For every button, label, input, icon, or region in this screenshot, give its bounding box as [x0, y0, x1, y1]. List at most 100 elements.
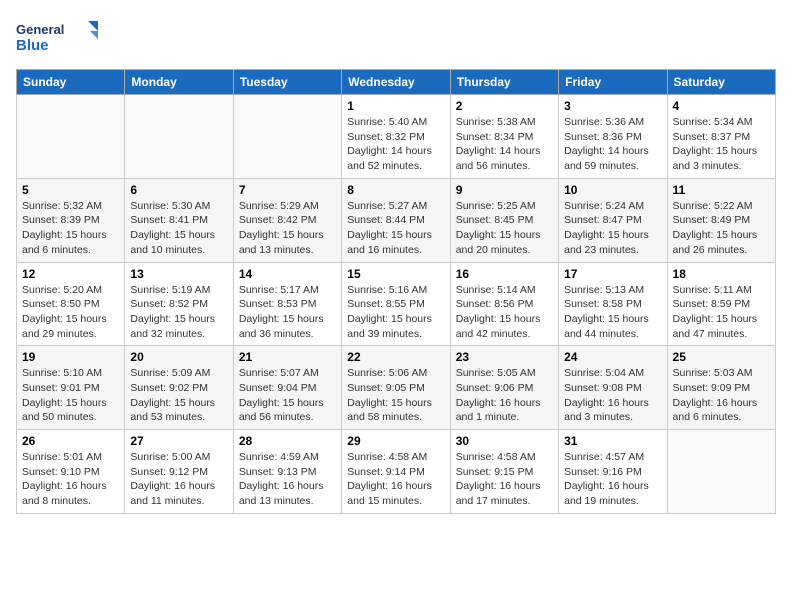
- day-number: 2: [456, 99, 553, 113]
- day-info: Sunrise: 5:29 AMSunset: 8:42 PMDaylight:…: [239, 199, 336, 258]
- calendar-cell: 7 Sunrise: 5:29 AMSunset: 8:42 PMDaylight…: [233, 178, 341, 262]
- day-info: Sunrise: 5:06 AMSunset: 9:05 PMDaylight:…: [347, 366, 444, 425]
- day-number: 3: [564, 99, 661, 113]
- day-info: Sunrise: 5:32 AMSunset: 8:39 PMDaylight:…: [22, 199, 119, 258]
- calendar-cell: [125, 95, 233, 179]
- calendar-week-2: 5 Sunrise: 5:32 AMSunset: 8:39 PMDaylight…: [17, 178, 776, 262]
- col-header-sunday: Sunday: [17, 70, 125, 95]
- day-info: Sunrise: 4:59 AMSunset: 9:13 PMDaylight:…: [239, 450, 336, 509]
- calendar-cell: 8 Sunrise: 5:27 AMSunset: 8:44 PMDaylight…: [342, 178, 450, 262]
- day-info: Sunrise: 5:09 AMSunset: 9:02 PMDaylight:…: [130, 366, 227, 425]
- day-number: 9: [456, 183, 553, 197]
- calendar-cell: 19 Sunrise: 5:10 AMSunset: 9:01 PMDayligh…: [17, 346, 125, 430]
- day-number: 26: [22, 434, 119, 448]
- col-header-saturday: Saturday: [667, 70, 775, 95]
- day-info: Sunrise: 5:24 AMSunset: 8:47 PMDaylight:…: [564, 199, 661, 258]
- calendar-cell: 27 Sunrise: 5:00 AMSunset: 9:12 PMDayligh…: [125, 430, 233, 514]
- day-info: Sunrise: 5:34 AMSunset: 8:37 PMDaylight:…: [673, 115, 770, 174]
- day-info: Sunrise: 5:16 AMSunset: 8:55 PMDaylight:…: [347, 283, 444, 342]
- col-header-wednesday: Wednesday: [342, 70, 450, 95]
- page-header: General Blue: [16, 16, 776, 61]
- day-info: Sunrise: 5:22 AMSunset: 8:49 PMDaylight:…: [673, 199, 770, 258]
- calendar-header-row: SundayMondayTuesdayWednesdayThursdayFrid…: [17, 70, 776, 95]
- calendar-table: SundayMondayTuesdayWednesdayThursdayFrid…: [16, 69, 776, 514]
- day-number: 27: [130, 434, 227, 448]
- day-number: 5: [22, 183, 119, 197]
- calendar-week-3: 12 Sunrise: 5:20 AMSunset: 8:50 PMDayligh…: [17, 262, 776, 346]
- calendar-cell: 1 Sunrise: 5:40 AMSunset: 8:32 PMDaylight…: [342, 95, 450, 179]
- day-number: 31: [564, 434, 661, 448]
- calendar-cell: 10 Sunrise: 5:24 AMSunset: 8:47 PMDayligh…: [559, 178, 667, 262]
- calendar-cell: 26 Sunrise: 5:01 AMSunset: 9:10 PMDayligh…: [17, 430, 125, 514]
- day-info: Sunrise: 5:00 AMSunset: 9:12 PMDaylight:…: [130, 450, 227, 509]
- day-number: 23: [456, 350, 553, 364]
- calendar-cell: 6 Sunrise: 5:30 AMSunset: 8:41 PMDaylight…: [125, 178, 233, 262]
- day-number: 19: [22, 350, 119, 364]
- day-number: 15: [347, 267, 444, 281]
- day-info: Sunrise: 5:19 AMSunset: 8:52 PMDaylight:…: [130, 283, 227, 342]
- calendar-cell: 25 Sunrise: 5:03 AMSunset: 9:09 PMDayligh…: [667, 346, 775, 430]
- calendar-cell: 29Sunrise: 4:58 AMSunset: 9:14 PMDayligh…: [342, 430, 450, 514]
- calendar-cell: 15 Sunrise: 5:16 AMSunset: 8:55 PMDayligh…: [342, 262, 450, 346]
- col-header-thursday: Thursday: [450, 70, 558, 95]
- day-info: Sunrise: 5:30 AMSunset: 8:41 PMDaylight:…: [130, 199, 227, 258]
- calendar-cell: 2 Sunrise: 5:38 AMSunset: 8:34 PMDaylight…: [450, 95, 558, 179]
- calendar-cell: 28Sunrise: 4:59 AMSunset: 9:13 PMDayligh…: [233, 430, 341, 514]
- calendar-cell: 16 Sunrise: 5:14 AMSunset: 8:56 PMDayligh…: [450, 262, 558, 346]
- calendar-cell: 22 Sunrise: 5:06 AMSunset: 9:05 PMDayligh…: [342, 346, 450, 430]
- calendar-cell: [233, 95, 341, 179]
- day-info: Sunrise: 5:03 AMSunset: 9:09 PMDaylight:…: [673, 366, 770, 425]
- day-info: Sunrise: 5:38 AMSunset: 8:34 PMDaylight:…: [456, 115, 553, 174]
- day-info: Sunrise: 5:10 AMSunset: 9:01 PMDaylight:…: [22, 366, 119, 425]
- calendar-cell: 13 Sunrise: 5:19 AMSunset: 8:52 PMDayligh…: [125, 262, 233, 346]
- day-info: Sunrise: 4:58 AMSunset: 9:15 PMDaylight:…: [456, 450, 553, 509]
- day-number: 25: [673, 350, 770, 364]
- day-number: 22: [347, 350, 444, 364]
- day-number: 1: [347, 99, 444, 113]
- day-info: Sunrise: 5:27 AMSunset: 8:44 PMDaylight:…: [347, 199, 444, 258]
- day-info: Sunrise: 5:11 AMSunset: 8:59 PMDaylight:…: [673, 283, 770, 342]
- day-number: 14: [239, 267, 336, 281]
- col-header-tuesday: Tuesday: [233, 70, 341, 95]
- svg-text:General: General: [16, 22, 64, 37]
- calendar-cell: [667, 430, 775, 514]
- day-info: Sunrise: 5:14 AMSunset: 8:56 PMDaylight:…: [456, 283, 553, 342]
- day-number: 7: [239, 183, 336, 197]
- calendar-week-1: 1 Sunrise: 5:40 AMSunset: 8:32 PMDaylight…: [17, 95, 776, 179]
- day-number: 11: [673, 183, 770, 197]
- calendar-cell: 12 Sunrise: 5:20 AMSunset: 8:50 PMDayligh…: [17, 262, 125, 346]
- day-number: 24: [564, 350, 661, 364]
- day-info: Sunrise: 4:57 AMSunset: 9:16 PMDaylight:…: [564, 450, 661, 509]
- calendar-cell: [17, 95, 125, 179]
- calendar-week-4: 19 Sunrise: 5:10 AMSunset: 9:01 PMDayligh…: [17, 346, 776, 430]
- calendar-cell: 24Sunrise: 5:04 AMSunset: 9:08 PMDayligh…: [559, 346, 667, 430]
- day-info: Sunrise: 5:13 AMSunset: 8:58 PMDaylight:…: [564, 283, 661, 342]
- logo: General Blue: [16, 16, 106, 61]
- calendar-cell: 21 Sunrise: 5:07 AMSunset: 9:04 PMDayligh…: [233, 346, 341, 430]
- day-number: 18: [673, 267, 770, 281]
- day-info: Sunrise: 5:17 AMSunset: 8:53 PMDaylight:…: [239, 283, 336, 342]
- day-number: 16: [456, 267, 553, 281]
- calendar-cell: 3Sunrise: 5:36 AMSunset: 8:36 PMDaylight…: [559, 95, 667, 179]
- day-number: 29: [347, 434, 444, 448]
- day-info: Sunrise: 5:05 AMSunset: 9:06 PMDaylight:…: [456, 366, 553, 425]
- col-header-friday: Friday: [559, 70, 667, 95]
- col-header-monday: Monday: [125, 70, 233, 95]
- day-number: 20: [130, 350, 227, 364]
- day-number: 17: [564, 267, 661, 281]
- calendar-cell: 4 Sunrise: 5:34 AMSunset: 8:37 PMDaylight…: [667, 95, 775, 179]
- day-number: 12: [22, 267, 119, 281]
- calendar-cell: 11 Sunrise: 5:22 AMSunset: 8:49 PMDayligh…: [667, 178, 775, 262]
- day-number: 21: [239, 350, 336, 364]
- day-number: 8: [347, 183, 444, 197]
- day-info: Sunrise: 5:20 AMSunset: 8:50 PMDaylight:…: [22, 283, 119, 342]
- day-number: 6: [130, 183, 227, 197]
- calendar-cell: 23 Sunrise: 5:05 AMSunset: 9:06 PMDayligh…: [450, 346, 558, 430]
- day-info: Sunrise: 5:40 AMSunset: 8:32 PMDaylight:…: [347, 115, 444, 174]
- day-number: 10: [564, 183, 661, 197]
- day-number: 4: [673, 99, 770, 113]
- calendar-cell: 30Sunrise: 4:58 AMSunset: 9:15 PMDayligh…: [450, 430, 558, 514]
- day-info: Sunrise: 5:01 AMSunset: 9:10 PMDaylight:…: [22, 450, 119, 509]
- day-number: 13: [130, 267, 227, 281]
- day-info: Sunrise: 5:07 AMSunset: 9:04 PMDaylight:…: [239, 366, 336, 425]
